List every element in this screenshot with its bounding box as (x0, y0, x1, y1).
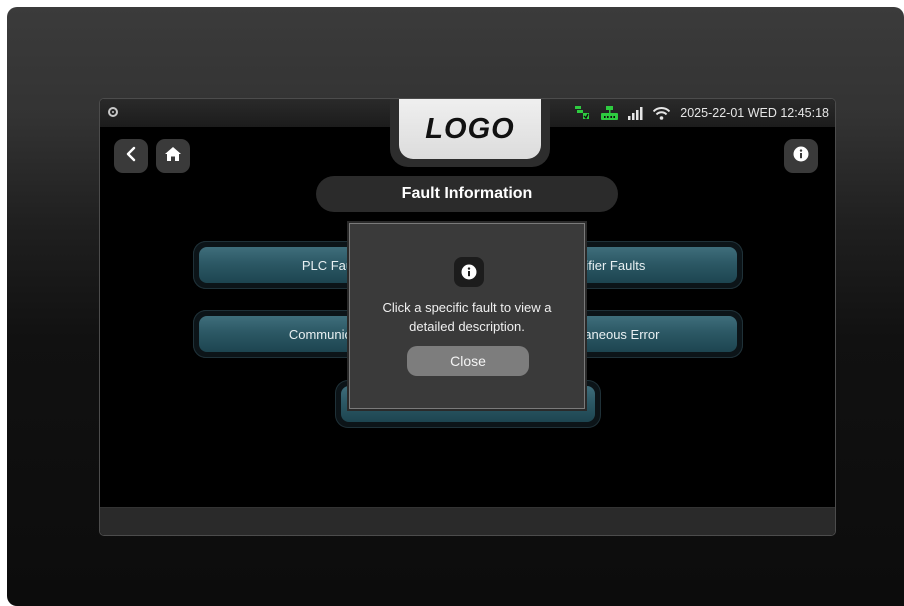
process-status-icon (575, 106, 591, 120)
logo: LOGO (399, 99, 541, 159)
info-icon (793, 146, 809, 167)
camera-icon (108, 107, 118, 117)
bottom-bar (100, 507, 835, 535)
back-button[interactable] (114, 139, 148, 173)
info-icon (454, 257, 484, 287)
close-button[interactable]: Close (407, 346, 529, 376)
info-button[interactable] (784, 139, 818, 173)
info-dialog: Click a specific fault to view a detaile… (349, 223, 585, 409)
home-icon (164, 146, 182, 167)
status-area: 2025-22-01 WED 12:45:18 (575, 105, 829, 121)
device-frame: LOGO 2025-22-01 WED 12:45:18 Fault Infor… (7, 7, 904, 606)
logo-tab: LOGO (390, 99, 550, 167)
home-button[interactable] (156, 139, 190, 173)
datetime: 2025-22-01 WED 12:45:18 (680, 106, 829, 120)
wifi-icon (653, 106, 671, 120)
hmi-screen: LOGO 2025-22-01 WED 12:45:18 Fault Infor… (99, 98, 836, 536)
network-icon (601, 106, 619, 120)
signal-bars-icon (628, 106, 643, 120)
dialog-message: Click a specific fault to view a detaile… (382, 300, 552, 334)
page-title: Fault Information (316, 176, 618, 212)
back-icon (125, 146, 137, 167)
